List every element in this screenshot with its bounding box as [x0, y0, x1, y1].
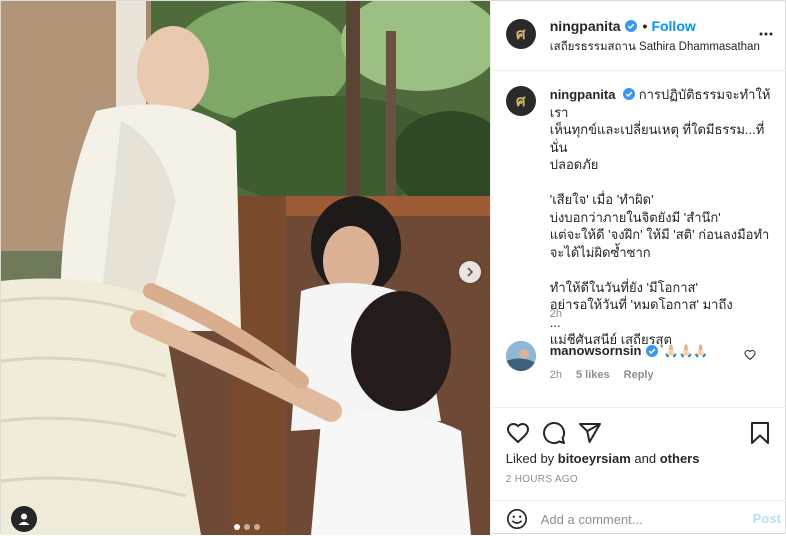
- post-timestamp[interactable]: 2 HOURS AGO: [506, 474, 578, 485]
- verified-icon: [624, 20, 637, 32]
- tagged-users-button[interactable]: [11, 506, 37, 532]
- post-photo: [1, 1, 490, 535]
- author-username[interactable]: ningpanita: [550, 18, 621, 34]
- liked-by-others[interactable]: others: [660, 451, 700, 466]
- add-comment-input[interactable]: [540, 509, 741, 529]
- verified-icon: [623, 88, 636, 100]
- likes-summary: Liked by bitoeyrsiam and others: [506, 451, 700, 466]
- comment-row: manowsornsin 🙏🏻🙏🏻🙏🏻: [550, 343, 709, 358]
- comment-like-heart-icon[interactable]: [744, 349, 756, 361]
- separator-dot: •: [642, 18, 648, 34]
- comment-time[interactable]: 2h: [550, 369, 562, 381]
- post-comment-button[interactable]: Post: [753, 511, 781, 526]
- caption-line: ปลอดภัย: [549, 157, 599, 172]
- likes-middle: and: [634, 451, 657, 466]
- avatar-logo-mark: ศ: [515, 92, 526, 110]
- caption-line: 'เสียใจ' เมื่อ 'ทำผิด': [549, 192, 654, 207]
- comment-icon[interactable]: [542, 421, 566, 445]
- heart-icon[interactable]: [506, 421, 530, 445]
- comment-text: 🙏🏻🙏🏻🙏🏻: [663, 343, 709, 358]
- emoji-icon[interactable]: [506, 508, 528, 530]
- post-sidebar: ศ ningpanita • Follow เสถียรธรรมสถาน Sat…: [489, 1, 786, 536]
- carousel-indicator: [234, 524, 260, 530]
- add-comment-bar: Post: [490, 500, 786, 536]
- next-arrow-icon: [467, 267, 474, 277]
- user-tag-icon: [18, 513, 30, 525]
- caption-line: แต่จะให้ดี 'จงฝึก' ให้มี 'สติ' ก่อนลงมือ…: [549, 227, 770, 242]
- share-icon[interactable]: [578, 421, 602, 445]
- post-media[interactable]: [1, 1, 490, 535]
- avatar-logo-mark: ศ: [515, 25, 526, 43]
- bookmark-icon[interactable]: [748, 421, 772, 445]
- author-avatar[interactable]: ศ: [505, 19, 536, 49]
- comment-meta: 2h 5 likes Reply: [550, 369, 654, 381]
- post-caption: ningpanita การปฏิบัติธรรมจะทำให้เรา เห็น…: [550, 86, 772, 349]
- commenter-avatar[interactable]: [505, 341, 536, 371]
- caption-line: ...: [549, 314, 561, 330]
- post-location[interactable]: เสถียรธรรมสถาน Sathira Dhammasathan: [550, 38, 760, 56]
- caption-line: ทำให้ดีในวันที่ยัง 'มีโอกาส': [549, 279, 698, 295]
- commenter-username[interactable]: manowsornsin: [550, 343, 642, 358]
- likes-prefix: Liked by: [505, 451, 555, 466]
- caption-line: เห็นทุกข์และเปลี่ยนเหตุ ที่ใดมีธรรม...ที…: [549, 122, 765, 155]
- comment-likes[interactable]: 5 likes: [576, 369, 610, 381]
- more-options-icon[interactable]: [759, 27, 773, 41]
- next-image-button[interactable]: [459, 261, 481, 283]
- caption-avatar[interactable]: ศ: [505, 86, 536, 116]
- author-row: ningpanita • Follow: [550, 18, 696, 34]
- post-container: ศ ningpanita • Follow เสถียรธรรมสถาน Sat…: [0, 0, 786, 536]
- caption-time[interactable]: 2h: [550, 308, 562, 320]
- caption-line: อย่ารอให้วันที่ 'หมดโอกาส' มาถึง: [549, 297, 733, 312]
- carousel-dot: [254, 524, 260, 530]
- caption-line: [550, 261, 772, 279]
- liked-by-user[interactable]: bitoeyrsiam: [558, 451, 631, 466]
- post-header: ศ ningpanita • Follow เสถียรธรรมสถาน Sat…: [490, 1, 786, 71]
- carousel-dot: [244, 524, 250, 530]
- follow-button[interactable]: Follow: [651, 18, 695, 34]
- caption-username[interactable]: ningpanita: [550, 87, 616, 102]
- comment-reply-button[interactable]: Reply: [624, 369, 654, 381]
- carousel-dot: [234, 524, 240, 530]
- verified-icon: [645, 344, 658, 357]
- commenter-avatar-image: [505, 341, 536, 371]
- caption-line: บ่งบอกว่าภายในจิตยังมี 'สำนึก': [549, 209, 721, 225]
- post-actions: Liked by bitoeyrsiam and others 2 HOURS …: [490, 407, 786, 536]
- caption-line: [550, 174, 772, 192]
- caption-line: จะได้ไม่ผิดซ้ำซาก: [549, 244, 651, 260]
